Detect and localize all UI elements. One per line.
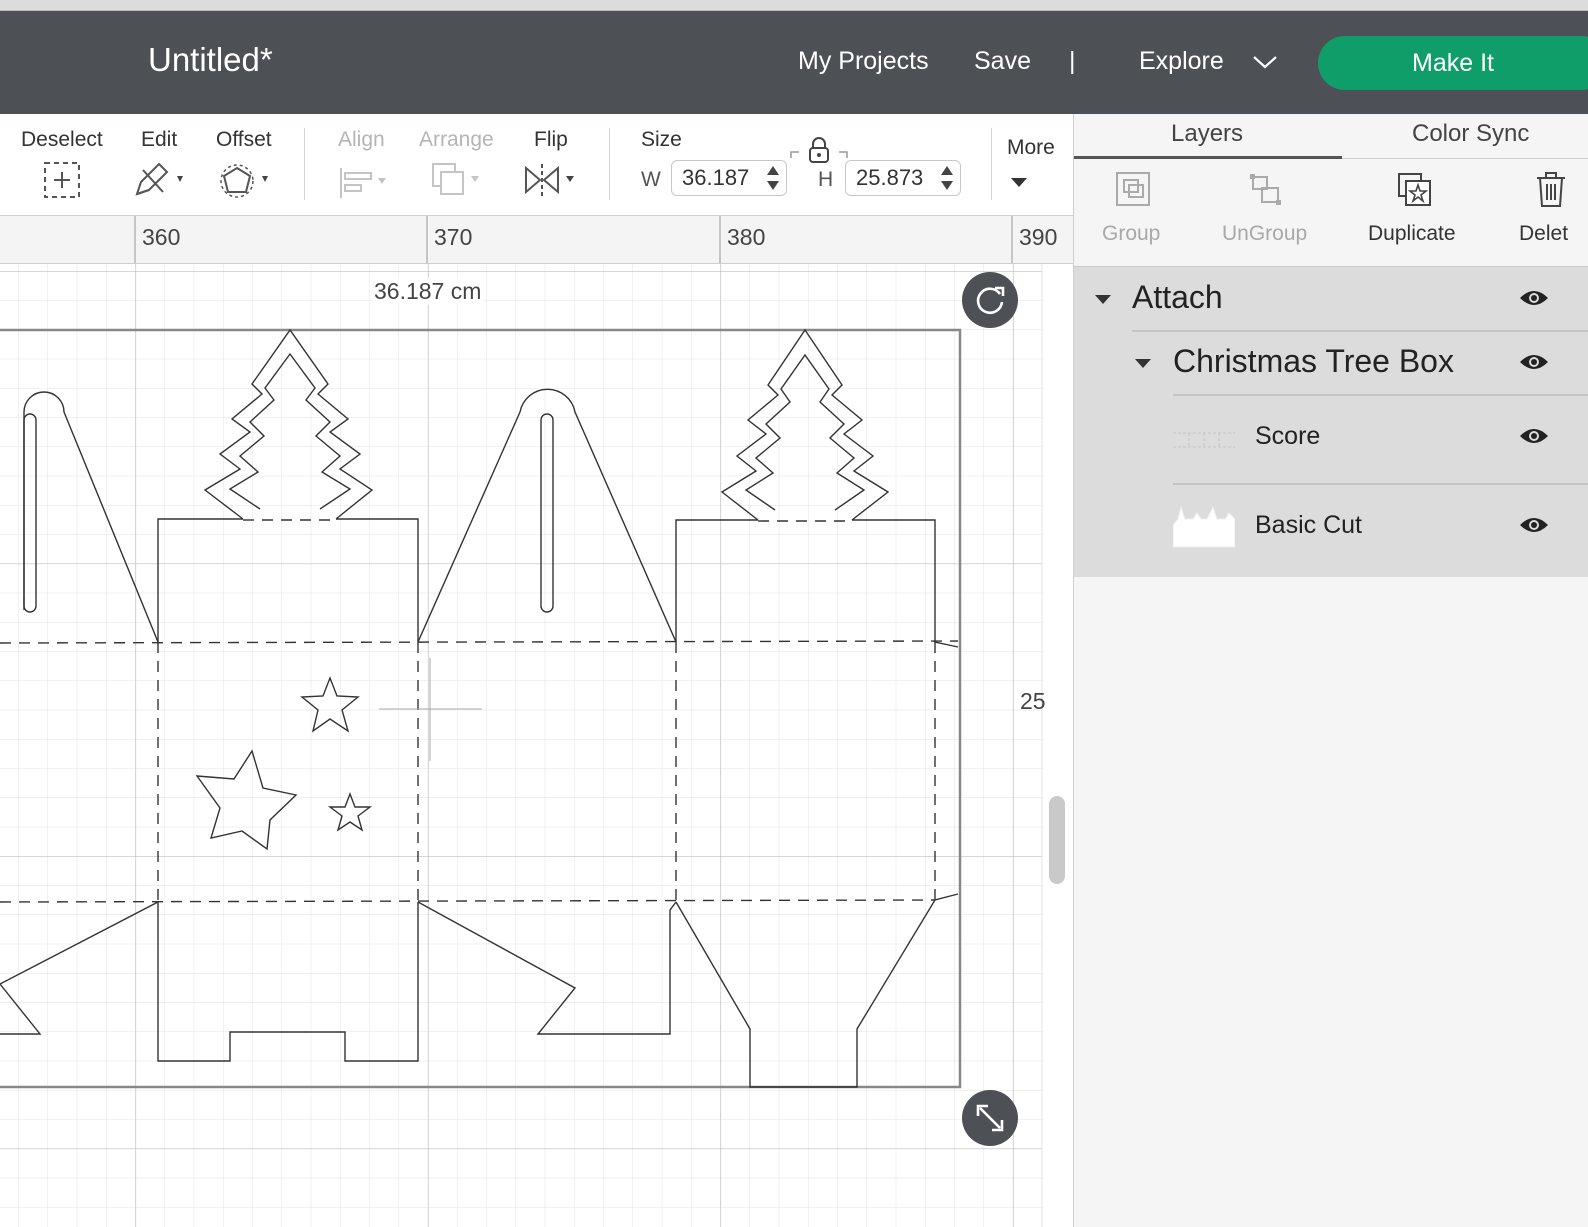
toolbar-divider (304, 128, 305, 200)
collapse-toggle[interactable] (1135, 359, 1151, 368)
ungroup-label: UnGroup (1222, 222, 1308, 245)
duplicate-icon[interactable] (1397, 172, 1433, 208)
duplicate-label[interactable]: Duplicate (1368, 222, 1456, 246)
width-readout: 36.187 cm (372, 278, 484, 305)
project-title[interactable]: Untitled* (148, 41, 273, 79)
save-button[interactable]: Save (974, 47, 1031, 76)
toolbar-divider (991, 128, 992, 200)
score-thumbnail (1173, 432, 1235, 448)
rotate-icon[interactable] (962, 272, 1018, 328)
group-icon (1116, 172, 1150, 206)
chevron-down-icon[interactable] (1252, 53, 1278, 71)
size-label: Size (641, 128, 682, 151)
edit-label: Edit (141, 128, 178, 151)
height-readout: 25 (1020, 688, 1046, 714)
offset-icon[interactable] (220, 162, 276, 200)
tab-color-sync[interactable]: Color Sync (1412, 120, 1529, 148)
ruler-tick-label: 370 (434, 224, 473, 250)
toolbar-divider (609, 128, 610, 200)
layer-separator (1173, 394, 1588, 396)
design-canvas[interactable]: 36.187 cm 25 (0, 264, 1073, 1227)
layers-list: Attach Christmas Tree Box Score Basic Cu (1074, 266, 1588, 577)
layer-score[interactable]: Score (1255, 422, 1320, 451)
window-top-strip (0, 0, 1588, 11)
eye-icon[interactable] (1519, 352, 1549, 372)
width-label: W (641, 168, 661, 191)
layer-separator (1132, 330, 1588, 332)
horizontal-ruler: 360 370 380 390 (0, 216, 1073, 264)
width-value: 36.187 (682, 165, 750, 190)
delete-label[interactable]: Delet (1519, 222, 1568, 246)
eye-icon[interactable] (1519, 426, 1549, 446)
group-label: Group (1102, 222, 1161, 245)
edit-icon[interactable] (133, 160, 189, 200)
align-icon (340, 168, 386, 198)
flip-icon[interactable] (524, 162, 582, 200)
ungroup-icon (1250, 174, 1281, 205)
resize-icon[interactable] (962, 1090, 1018, 1146)
active-tab-indicator (1074, 156, 1342, 159)
header-separator: | (1069, 47, 1076, 75)
design-artwork[interactable] (0, 264, 1073, 1227)
align-label: Align (338, 128, 385, 151)
flip-label: Flip (534, 128, 568, 151)
arrange-icon (432, 163, 479, 195)
layer-group-name[interactable]: Christmas Tree Box (1173, 343, 1454, 380)
explore-menu[interactable]: Explore (1139, 47, 1224, 76)
layer-basic-cut[interactable]: Basic Cut (1255, 511, 1362, 540)
deselect-label: Deselect (21, 128, 103, 151)
make-it-button[interactable]: Make It (1318, 36, 1588, 90)
chevron-down-icon[interactable] (1010, 176, 1028, 188)
basic-cut-thumbnail (1173, 505, 1235, 548)
my-projects-link[interactable]: My Projects (798, 47, 929, 76)
layer-separator (1173, 483, 1588, 485)
deselect-icon[interactable] (43, 161, 81, 199)
ruler-tick-label: 360 (142, 224, 181, 250)
height-stepper[interactable] (939, 164, 955, 192)
edit-toolbar: Deselect Edit Offset Align Arrange Flip (0, 114, 1073, 216)
collapse-toggle[interactable] (1095, 295, 1111, 304)
eye-icon[interactable] (1519, 515, 1549, 535)
ruler-tick-label: 380 (727, 224, 766, 250)
width-stepper[interactable] (765, 164, 781, 192)
layers-panel: Layers Color Sync Group UnGroup Duplicat… (1073, 114, 1588, 1227)
arrange-label: Arrange (419, 128, 494, 151)
ruler-tick-label: 390 (1019, 224, 1058, 250)
eye-icon[interactable] (1519, 288, 1549, 308)
more-label[interactable]: More (1007, 136, 1055, 160)
height-label: H (818, 168, 834, 191)
layer-attach[interactable]: Attach (1132, 279, 1223, 316)
app-header: Untitled* My Projects Save | Explore Mak… (0, 11, 1588, 114)
offset-label: Offset (216, 128, 272, 151)
trash-icon[interactable] (1535, 172, 1567, 208)
tab-layers[interactable]: Layers (1171, 120, 1243, 148)
height-value: 25.873 (856, 165, 924, 190)
lock-icon[interactable] (789, 136, 849, 166)
